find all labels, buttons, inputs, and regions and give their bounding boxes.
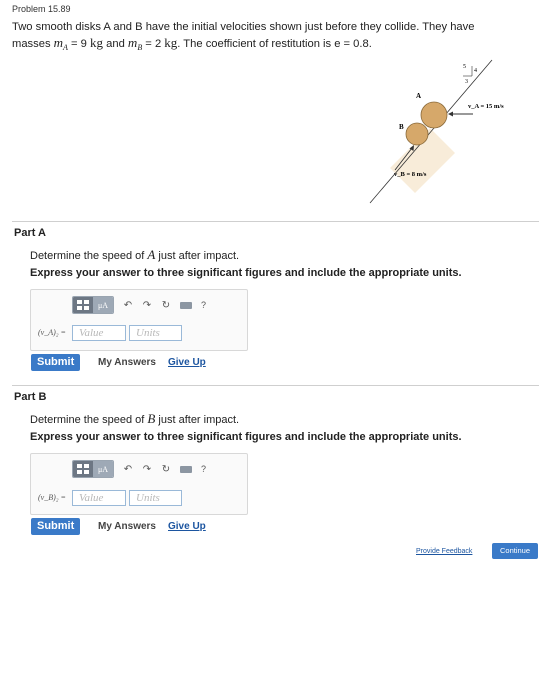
part-b-heading: Part B xyxy=(14,391,47,403)
part-a-submit-button[interactable]: Submit xyxy=(31,354,81,371)
mass-a-unit: kg xyxy=(90,35,104,50)
collision-diagram: 5 4 3 A B v_A = 15 m/s v_B = 8 m/s xyxy=(369,59,504,204)
part-b-toolbar: μA ↶ ↷ ↻ ? xyxy=(72,460,206,478)
part-b-units-input[interactable]: Units xyxy=(129,490,182,506)
part-a-template-group[interactable]: μA xyxy=(72,296,114,314)
restitution-text: . The coefficient of restitution is e = … xyxy=(177,38,372,50)
separator-part-b xyxy=(12,385,539,386)
mass-b-var: m xyxy=(127,35,138,50)
statement-line-2: masses mA = 9 kg and mB = 2 kg. The coef… xyxy=(12,35,542,55)
units-icon[interactable]: μA xyxy=(93,461,113,477)
mass-b-unit: kg xyxy=(164,35,178,50)
part-b-answer-label: (v_B)₂ = xyxy=(38,493,66,502)
statement-masses-text: masses xyxy=(12,38,51,50)
slope-label-4: 4 xyxy=(474,68,477,74)
disk-a xyxy=(420,101,448,129)
part-b-give-up-link[interactable]: Give Up xyxy=(168,521,206,532)
help-icon[interactable]: ? xyxy=(201,464,206,474)
slope-label-3: 3 xyxy=(465,79,468,85)
templates-icon[interactable] xyxy=(73,461,93,477)
part-b-question: Determine the speed of B just after impa… xyxy=(30,411,239,427)
part-a-heading: Part A xyxy=(14,227,46,239)
part-a-give-up-link[interactable]: Give Up xyxy=(168,357,206,368)
keyboard-icon[interactable] xyxy=(180,465,192,473)
part-a-instruction: Express your answer to three significant… xyxy=(30,267,462,279)
part-b-question-text: Determine the speed of xyxy=(30,414,148,426)
disk-b-label: B xyxy=(399,123,404,131)
velocity-b-label: v_B = 8 m/s xyxy=(394,171,427,178)
part-b-my-answers-link[interactable]: My Answers xyxy=(98,521,156,532)
part-a-question-end: just after impact. xyxy=(155,250,240,262)
and-text: and xyxy=(103,38,128,50)
undo-icon[interactable]: ↶ xyxy=(123,300,133,311)
disk-a-label: A xyxy=(416,92,421,100)
part-a-my-answers-link[interactable]: My Answers xyxy=(98,357,156,368)
undo-icon[interactable]: ↶ xyxy=(123,464,133,475)
mass-b-eq: = 2 xyxy=(142,38,165,50)
reset-icon[interactable]: ↻ xyxy=(161,464,171,475)
redo-icon[interactable]: ↷ xyxy=(142,464,152,475)
problem-statement: Two smooth disks A and B have the initia… xyxy=(12,20,542,55)
part-a-toolbar: μA ↶ ↷ ↻ ? xyxy=(72,296,206,314)
part-b-question-end: just after impact. xyxy=(155,414,240,426)
part-a-answer-label: (v_A)₂ = xyxy=(38,328,66,337)
provide-feedback-link[interactable]: Provide Feedback xyxy=(416,548,472,555)
units-icon[interactable]: μA xyxy=(93,297,113,313)
redo-icon[interactable]: ↷ xyxy=(142,300,152,311)
part-b-value-input[interactable]: Value xyxy=(72,490,126,506)
part-a-units-input[interactable]: Units xyxy=(129,325,182,341)
slope-label-5: 5 xyxy=(463,64,466,70)
part-a-question: Determine the speed of A just after impa… xyxy=(30,247,239,263)
reset-icon[interactable]: ↻ xyxy=(161,300,171,311)
keyboard-icon[interactable] xyxy=(180,301,192,309)
part-a-value-input[interactable]: Value xyxy=(72,325,126,341)
part-b-instruction: Express your answer to three significant… xyxy=(30,431,462,443)
part-b-template-group[interactable]: μA xyxy=(72,460,114,478)
templates-icon[interactable] xyxy=(73,297,93,313)
mass-a-var: m xyxy=(53,35,64,50)
part-b-submit-button[interactable]: Submit xyxy=(31,518,81,535)
line-of-impact xyxy=(369,59,493,204)
statement-line-1: Two smooth disks A and B have the initia… xyxy=(12,21,475,33)
disk-b xyxy=(405,122,429,146)
separator-part-a xyxy=(12,221,539,222)
continue-button[interactable]: Continue xyxy=(492,543,538,559)
help-icon[interactable]: ? xyxy=(201,300,206,310)
velocity-a-label: v_A = 15 m/s xyxy=(468,103,504,110)
part-a-question-text: Determine the speed of xyxy=(30,250,148,262)
problem-title: Problem 15.89 xyxy=(12,4,71,14)
mass-a-eq: = 9 xyxy=(67,38,91,50)
